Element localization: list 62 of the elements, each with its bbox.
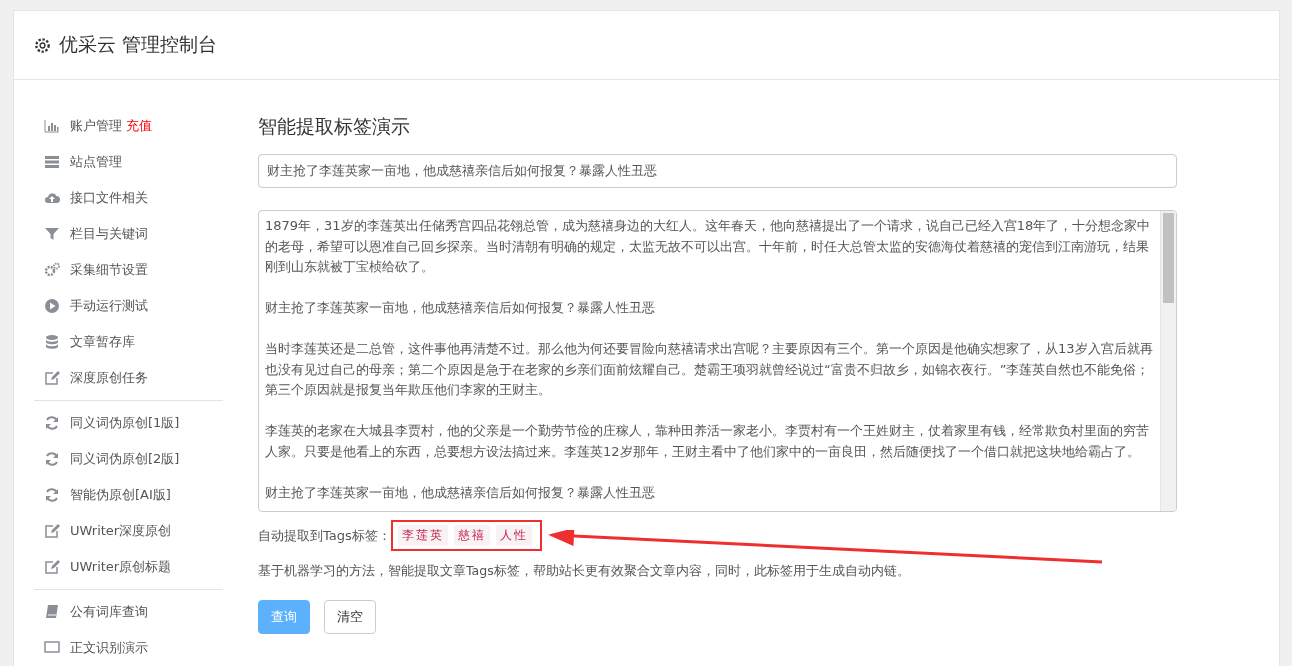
edit-icon — [44, 523, 60, 539]
content-paragraph: 1879年，31岁的李莲英出任储秀宫四品花翎总管，成为慈禧身边的大红人。这年春天，他向慈禧提出了一个请求，说自己已经入宫18年了，十分想念家中的老母，希望可以恩准自己回乡探亲。当时清朝有明确的规定，太监无故不可以出宫。十年前，时任大总管太监的安德海仗着慈禧的宠信到江南游玩，结果刚到山东就被丁宝桢给砍了。 — [265, 217, 1152, 276]
sidebar-item-label: 正文识别演示 — [70, 639, 148, 657]
tag: 慈禧 — [453, 525, 490, 546]
console-title: 优采云 管理控制台 — [59, 32, 218, 57]
tag: 李莲英 — [397, 525, 448, 546]
sidebar-item[interactable]: 站点管理 — [34, 144, 223, 180]
sidebar-item-label: 接口文件相关 — [70, 189, 148, 207]
server-icon — [44, 154, 60, 170]
cloud-upload-icon — [44, 190, 60, 206]
sidebar-item-label: 栏目与关键词 — [70, 225, 148, 243]
sidebar-item-label: 站点管理 — [70, 153, 122, 171]
sidebar-item-label: 同义词伪原创[1版] — [70, 414, 180, 432]
tag: 人性 — [495, 525, 532, 546]
sidebar-item-label: 手动运行测试 — [70, 297, 148, 315]
edit-icon — [44, 559, 60, 575]
edit-icon — [44, 370, 60, 386]
content-paragraph: 李莲英的老家在大城县李贾村，他的父亲是一个勤劳节俭的庄稼人，靠种田养活一家老小。李贾村有一个王姓财主，仗着家里有钱，经常欺负村里面的穷苦人家。只要是他看上的东西，总要想方设法搞过来。李莲英12岁那年，王财主看中了他们家中的一亩良田，然后随便找了一个借口就把这块地给霸占了。 — [265, 422, 1150, 461]
scrollbar[interactable] — [1160, 211, 1176, 511]
refresh-icon — [44, 487, 60, 503]
sidebar-item[interactable]: 同义词伪原创[1版] — [34, 405, 223, 441]
sidebar-item-label: 同义词伪原创[2版] — [70, 450, 180, 468]
sidebar-item-label: 文章暂存库 — [70, 333, 135, 351]
clear-button[interactable]: 清空 — [324, 600, 376, 634]
play-icon — [44, 298, 60, 314]
refresh-icon — [44, 451, 60, 467]
monitor-icon — [44, 640, 60, 656]
sidebar-item[interactable]: 接口文件相关 — [34, 180, 223, 216]
sidebar-item[interactable]: UWriter深度原创 — [34, 513, 223, 549]
sidebar-item-label: 公有词库查询 — [70, 603, 148, 621]
sidebar-item[interactable]: 手动运行测试 — [34, 288, 223, 324]
sidebar-item[interactable]: UWriter原创标题 — [34, 549, 223, 585]
sidebar-item[interactable]: 同义词伪原创[2版] — [34, 441, 223, 477]
sidebar-item-label: UWriter原创标题 — [70, 558, 172, 576]
bar-chart-icon — [44, 118, 60, 134]
gears-icon — [44, 262, 60, 278]
book-icon — [44, 604, 60, 620]
content-paragraph: 财主抢了李莲英家一亩地，他成慈禧亲信后如何报复？暴露人性丑恶 — [265, 483, 656, 502]
settings-icon — [34, 36, 51, 54]
sidebar-item[interactable]: 账户管理 充值 — [34, 108, 223, 144]
sidebar-item[interactable]: 正文识别演示 — [34, 630, 223, 666]
tags-label: 自动提取到Tags标签： — [258, 526, 391, 545]
section-heading: 智能提取标签演示 — [258, 114, 411, 139]
sidebar-item[interactable]: 采集细节设置 — [34, 252, 223, 288]
sidebar-item-label: 深度原创任务 — [70, 369, 148, 387]
content-paragraph: 当时李莲英还是二总管，这件事他再清楚不过。那么他为何还要冒险向慈禧请求出宫呢？主要原因有三个。第一个原因是他确实想家了，从13岁入宫后就再也没有见过自己的母亲；第二个原因是急于在老家的乡亲们面前炫耀自己。楚霸王项羽就曾经说过“富贵不归故乡，如锦衣夜行。”李莲英自然也不能免俗；第三个原因就是报复当年欺压他们李家的王财主。 — [265, 340, 1154, 399]
sidebar-item[interactable]: 栏目与关键词 — [34, 216, 223, 252]
title-field[interactable]: 财主抢了李莲英家一亩地，他成慈禧亲信后如何报复？暴露人性丑恶 — [258, 154, 1177, 188]
refresh-icon — [44, 415, 60, 431]
description-text: 基于机器学习的方法，智能提取文章Tags标签，帮助站长更有效聚合文章内容，同时，此标签用于生成自动内链。 — [258, 563, 911, 580]
content-paragraph: 财主抢了李莲英家一亩地，他成慈禧亲信后如何报复？暴露人性丑恶 — [265, 299, 656, 317]
sidebar-item-label: 智能伪原创[AI版] — [70, 486, 171, 504]
database-icon — [44, 334, 60, 350]
filter-icon — [44, 226, 60, 242]
content-textarea[interactable] — [258, 210, 1177, 512]
sidebar-item[interactable]: 智能伪原创[AI版] — [34, 477, 223, 513]
sidebar-item-label: 账户管理 充值 — [70, 117, 153, 135]
sidebar-item-label: UWriter深度原创 — [70, 522, 172, 540]
sidebar-item[interactable]: 文章暂存库 — [34, 324, 223, 360]
sidebar-item[interactable]: 深度原创任务 — [34, 360, 223, 396]
sidebar-item[interactable]: 公有词库查询 — [34, 594, 223, 630]
sidebar-item-label: 采集细节设置 — [70, 261, 148, 279]
